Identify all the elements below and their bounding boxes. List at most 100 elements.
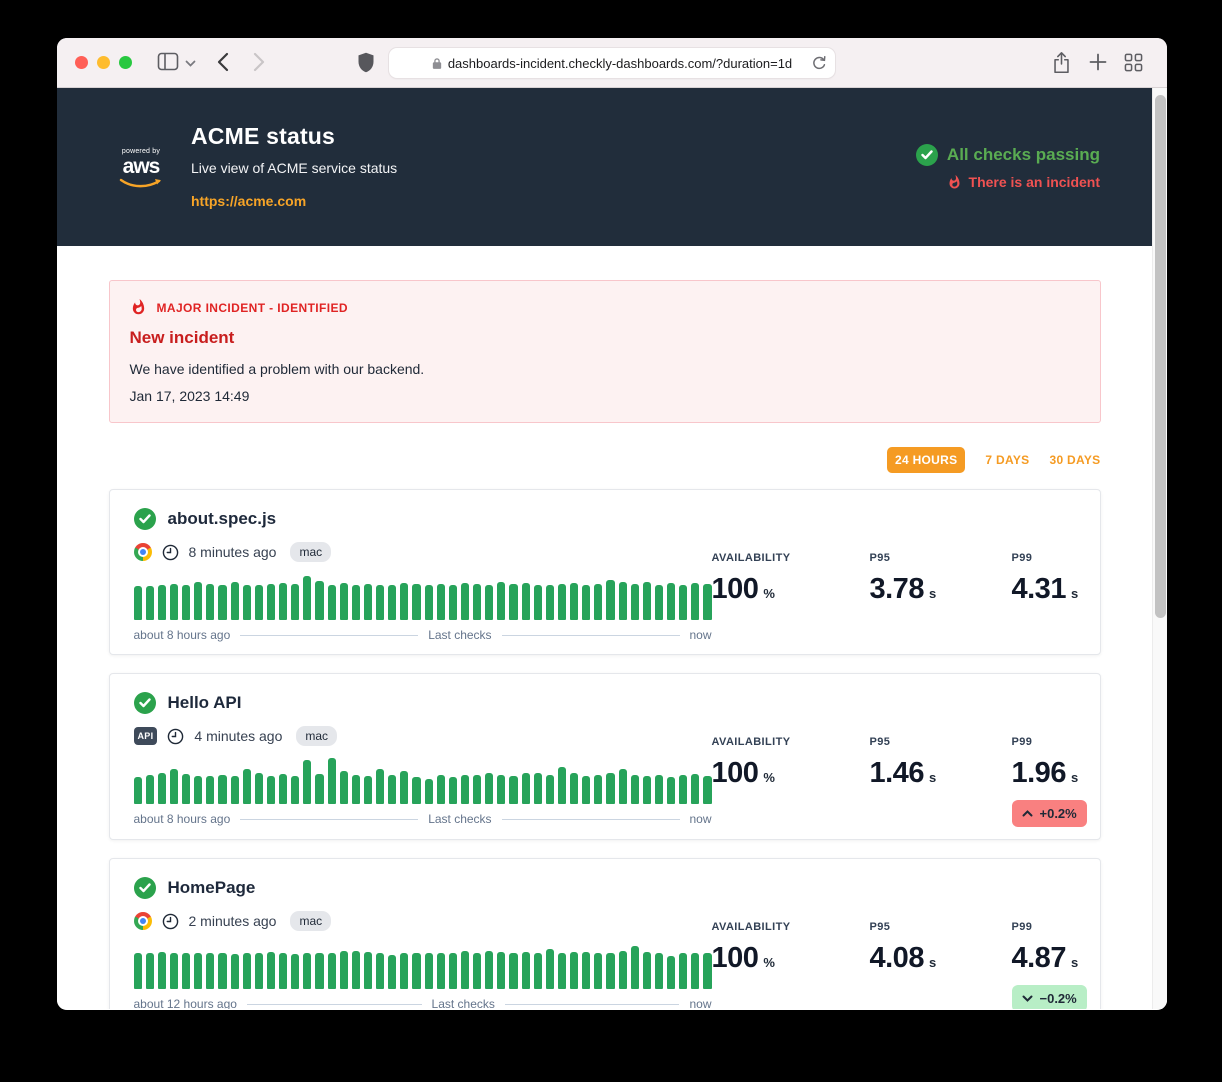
clock-icon [162,544,179,561]
chevron-down-icon[interactable] [185,60,196,67]
p99-unit: s [1071,770,1078,785]
url-text: dashboards-incident.checkly-dashboards.c… [448,56,792,71]
status-bar [182,585,190,620]
time-range-24-hours[interactable]: 24 HOURS [887,447,965,473]
screenshot-root: dashboards-incident.checkly-dashboards.c… [0,0,1222,1082]
status-bar [691,953,699,989]
status-bar [679,585,687,620]
all-checks-passing-label: All checks passing [947,145,1100,165]
status-bar [534,585,542,620]
chart-axis: about 8 hours ago Last checks now [134,812,712,826]
status-bar [594,953,602,989]
status-bar [558,767,566,804]
status-bar [134,586,142,620]
status-bar [182,774,190,804]
availability-value: 100 [712,942,759,975]
clock-icon [167,728,184,745]
incident-banner: MAJOR INCIDENT - IDENTIFIED New incident… [109,280,1101,423]
status-bar [388,775,396,804]
status-bar [461,775,469,804]
status-bar [400,953,408,989]
status-bar [546,585,554,620]
company-link[interactable]: https://acme.com [191,193,306,209]
trend-badge: +0.2% [1012,800,1087,827]
status-bar [134,953,142,989]
new-tab-icon[interactable] [1089,53,1107,71]
page-scrollbar [1152,88,1167,1009]
status-bar [352,585,360,620]
axis-start-label: about 8 hours ago [134,628,231,642]
minimize-window-button[interactable] [97,56,110,69]
status-bar [461,951,469,989]
tab-overview-icon[interactable] [1124,53,1143,72]
availability-unit: % [763,770,775,785]
status-bar [425,779,433,804]
status-bar [606,773,614,804]
status-bar [364,952,372,989]
status-bar [546,949,554,989]
status-bar [194,582,202,620]
check-tag: mac [290,542,331,562]
status-bar [255,773,263,804]
status-bar [619,769,627,804]
last-run-time: 4 minutes ago [194,728,282,744]
status-bar [522,952,530,989]
p95-label: P95 [870,921,974,933]
status-bar [303,760,311,804]
status-bar [449,777,457,804]
status-bar [146,953,154,989]
p95-label: P95 [870,736,974,748]
status-bar [643,582,651,620]
status-bar [255,953,263,989]
checks-list: about.spec.js API 8 minutes ago mac abou… [109,489,1101,1009]
p99-value: 4.31 [1012,573,1066,606]
incident-link-label: There is an incident [969,174,1100,190]
trend-value: +0.2% [1040,806,1077,821]
status-bar [146,586,154,620]
status-bar [534,773,542,804]
status-bar [194,953,202,989]
safari-window: dashboards-incident.checkly-dashboards.c… [57,38,1167,1010]
status-bar [509,953,517,989]
status-bar [437,584,445,620]
reload-icon[interactable] [812,55,826,71]
shield-icon[interactable] [357,51,375,74]
status-bar [158,585,166,620]
status-bar [231,776,239,804]
url-bar[interactable]: dashboards-incident.checkly-dashboards.c… [389,48,835,78]
status-bar [655,953,663,989]
status-bar [619,951,627,989]
status-bar [291,584,299,620]
status-bar [582,776,590,804]
status-bar [667,777,675,804]
status-bar [558,953,566,989]
close-window-button[interactable] [75,56,88,69]
status-bar [473,953,481,989]
status-bar [376,769,384,804]
incident-title: New incident [130,328,1080,348]
all-checks-passing-status: All checks passing [916,144,1100,166]
share-icon[interactable] [1052,51,1071,75]
p95-label: P95 [870,552,974,564]
back-icon[interactable] [217,52,229,72]
forward-icon[interactable] [253,52,265,72]
status-bar [509,776,517,804]
axis-end-label: now [690,628,712,642]
status-bar [218,953,226,989]
p99-label: P99 [1012,921,1104,933]
status-bar [412,584,420,620]
time-range-30-days[interactable]: 30 DAYS [1049,453,1100,467]
check-circle-icon [916,144,938,166]
incident-link[interactable]: There is an incident [947,174,1100,191]
status-bar-chart [134,760,712,804]
zoom-window-button[interactable] [119,56,132,69]
scrollbar-thumb[interactable] [1155,95,1166,618]
status-bar [425,585,433,620]
incident-timestamp: Jan 17, 2023 14:49 [130,388,1080,404]
status-bar [570,952,578,989]
time-range-7-days[interactable]: 7 DAYS [985,453,1029,467]
status-bar [303,576,311,620]
page-subtitle: Live view of ACME service status [191,160,397,176]
sidebar-toggle-icon[interactable] [157,52,179,71]
status-bar [170,584,178,620]
